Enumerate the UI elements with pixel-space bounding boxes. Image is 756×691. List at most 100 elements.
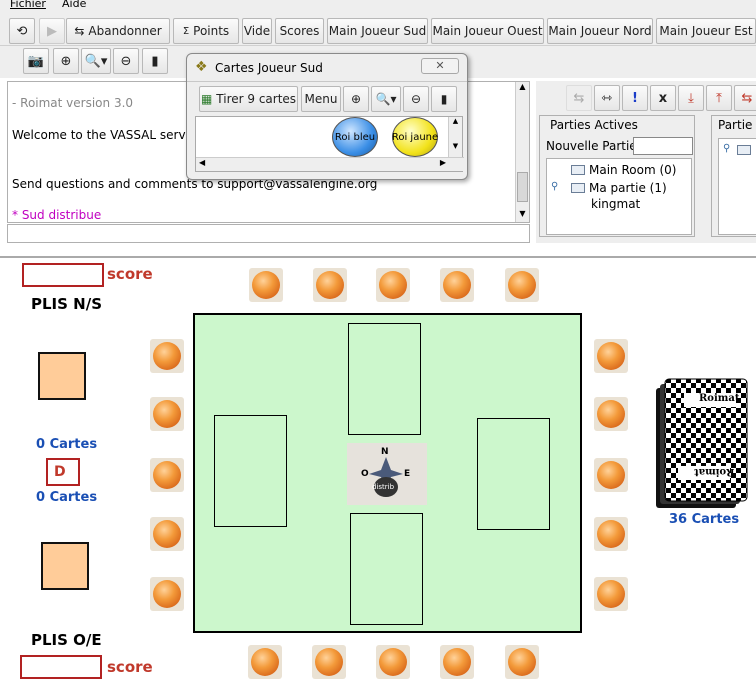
tree-node-player[interactable]: kingmat (591, 197, 640, 211)
tree-expand-icon[interactable]: ⚲ (551, 181, 558, 192)
token-ball[interactable] (440, 645, 474, 679)
abandon-button[interactable]: ⇆ Abandonner (66, 18, 170, 44)
dealer-marker[interactable]: D (46, 458, 80, 486)
hand-sud-label: Main Joueur Sud (328, 24, 427, 38)
menu-aide[interactable]: Aide (62, 0, 86, 10)
token-ball[interactable] (150, 458, 184, 492)
download-button[interactable]: ⤓ (678, 85, 704, 111)
transfer-button[interactable]: ⇆ (734, 85, 756, 111)
token-ball[interactable] (505, 645, 539, 679)
token-ball[interactable] (505, 268, 539, 302)
menu-fichier[interactable]: Fichier (10, 0, 46, 10)
chat-scroll-thumb[interactable] (517, 172, 528, 202)
token-ball[interactable] (150, 397, 184, 431)
split-button[interactable]: ⇿ (594, 85, 620, 111)
sync-button[interactable]: ⇆ (566, 85, 592, 111)
hand-window-titlebar[interactable]: ❖ Cartes Joueur Sud ✕ (187, 54, 467, 82)
compass-label: distrib (372, 483, 395, 491)
mark-moved-button[interactable]: ▮ (142, 48, 168, 74)
step-forward-button[interactable]: ▶ (39, 18, 65, 44)
tree-expand-icon[interactable]: ⚲ (723, 143, 730, 154)
vide-button[interactable]: Vide (242, 18, 272, 44)
mark-moved-button[interactable]: ▮ (431, 86, 457, 112)
scroll-up-icon[interactable]: ▲ (516, 82, 529, 95)
scroll-down-icon[interactable]: ▼ (449, 142, 462, 150)
close-game-button[interactable]: x (650, 85, 676, 111)
close-icon: ✕ (435, 59, 445, 72)
tree-node-ma-partie[interactable]: Ma partie (1) (571, 181, 667, 195)
scroll-down-icon[interactable]: ▼ (516, 209, 529, 222)
draw-cards-button[interactable]: ▦ Tirer 9 cartes (199, 86, 298, 112)
hand-ouest-button[interactable]: Main Joueur Ouest (431, 18, 544, 44)
token-ball[interactable] (248, 645, 282, 679)
menu-bar: Fichier Aide (0, 0, 756, 14)
scores-button[interactable]: Scores (275, 18, 324, 44)
chat-input[interactable] (7, 224, 530, 243)
zoom-select-button[interactable]: 🔍▾ (81, 48, 111, 74)
scroll-right-icon[interactable]: ▶ (440, 158, 446, 167)
tree-node-main-room[interactable]: Main Room (0) (571, 163, 676, 177)
token-ball[interactable] (150, 339, 184, 373)
tree-node-label: Main Room (0) (589, 163, 677, 177)
token-ball[interactable] (376, 645, 410, 679)
tree-node-label: Ma partie (1) (589, 181, 667, 195)
games-tree[interactable]: Main Room (0) ⚲ Ma partie (1) kingmat (546, 158, 692, 235)
plis-ns-pile[interactable] (38, 352, 86, 400)
points-button[interactable]: Σ Points (173, 18, 239, 44)
token-ball[interactable] (376, 268, 410, 302)
server-connect-button[interactable]: ⟲ (9, 18, 35, 44)
card-slot-ouest[interactable] (214, 415, 287, 527)
token-ball[interactable] (594, 517, 628, 551)
plis-oe-pile[interactable] (41, 542, 89, 590)
upload-icon: ⤒ (716, 90, 722, 106)
token-ball[interactable] (594, 458, 628, 492)
hand-est-button[interactable]: Main Joueur Est (656, 18, 756, 44)
hand-nord-button[interactable]: Main Joueur Nord (547, 18, 653, 44)
token-ball[interactable] (594, 339, 628, 373)
zoom-in-button[interactable]: ⊕ (53, 48, 79, 74)
token-ball[interactable] (312, 645, 346, 679)
card-deck[interactable]: Roimat Roimat (656, 378, 748, 510)
token-ball[interactable] (594, 577, 628, 611)
token-ball[interactable] (594, 397, 628, 431)
transfer-icon: ⇆ (741, 90, 753, 106)
close-window-button[interactable]: ✕ (421, 58, 459, 74)
upload-button[interactable]: ⤒ (706, 85, 732, 111)
alert-button[interactable]: ! (622, 85, 648, 111)
hand-vscroll[interactable]: ▲ ▼ (448, 117, 462, 157)
hand-window-sud: ❖ Cartes Joueur Sud ✕ ▦ Tirer 9 cartes Me… (186, 53, 468, 180)
chat-scrollbar[interactable]: ▲ ▼ (515, 82, 529, 222)
camera-button[interactable]: 📷 (23, 48, 49, 74)
card-slot-sud[interactable] (350, 513, 423, 625)
deck-icon: ▦ (200, 92, 213, 106)
new-game-field[interactable] (633, 137, 693, 155)
swap-icon: ⇆ (573, 90, 585, 106)
tree-node-label: kingmat (591, 197, 641, 211)
menu-button[interactable]: Menu (301, 86, 341, 112)
card-slot-nord[interactable] (348, 323, 421, 435)
token-ball[interactable] (150, 577, 184, 611)
hand-area[interactable]: Roi bleu Roi jaune ▲ ▼ ◀ ▶ (195, 116, 464, 172)
zoom-out-button[interactable]: ⊖ (403, 86, 429, 112)
hand-hscroll[interactable]: ◀ ▶ (196, 157, 464, 171)
score-box-ns[interactable] (22, 263, 104, 287)
zoom-select-button[interactable]: 🔍▾ (371, 86, 401, 112)
hand-sud-button[interactable]: Main Joueur Sud (327, 18, 428, 44)
token-ball[interactable] (249, 268, 283, 302)
other-games-tree[interactable]: ⚲ (718, 138, 756, 235)
piece-roi-jaune[interactable]: Roi jaune (392, 117, 438, 157)
zoom-select-icon: 🔍▾ (84, 53, 108, 69)
zoom-select-icon: 🔍▾ (375, 92, 397, 106)
token-ball[interactable] (313, 268, 347, 302)
token-ball[interactable] (440, 268, 474, 302)
scroll-left-icon[interactable]: ◀ (199, 158, 205, 167)
zoom-out-button[interactable]: ⊖ (113, 48, 139, 74)
scroll-up-icon[interactable]: ▲ (449, 117, 462, 125)
card-slot-est[interactable] (477, 418, 550, 530)
zoom-in-button[interactable]: ⊕ (343, 86, 369, 112)
token-ball[interactable] (150, 517, 184, 551)
compass-rose[interactable]: N O E distrib (347, 443, 427, 505)
score-box-oe[interactable] (20, 655, 102, 679)
piece-roi-bleu[interactable]: Roi bleu (332, 117, 378, 157)
other-games-group: Partie d ⚲ (711, 115, 756, 237)
